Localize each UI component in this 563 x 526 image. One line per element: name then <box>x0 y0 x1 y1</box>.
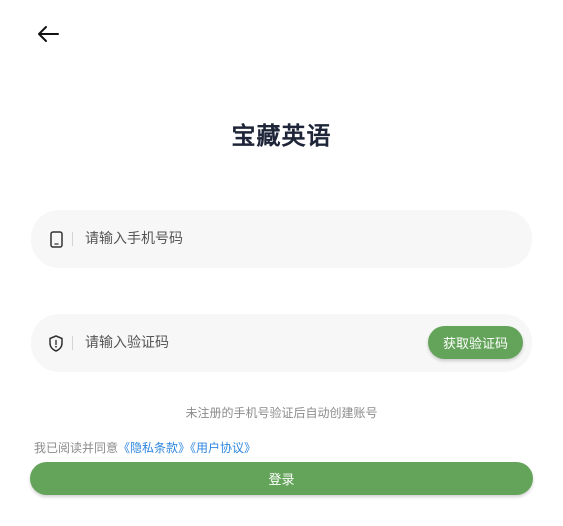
agreement-prefix: 我已阅读并同意 <box>34 441 119 455</box>
login-page: 宝藏英语 获取验证码 未注册的手机号验证后自动创建账号 我已阅读并同意《隐私条款… <box>0 0 563 526</box>
shield-icon <box>48 334 64 352</box>
code-field: 获取验证码 <box>31 314 532 372</box>
back-button[interactable] <box>34 22 62 46</box>
field-divider <box>72 232 73 246</box>
arrow-left-icon <box>38 26 59 42</box>
phone-icon <box>48 230 64 248</box>
verification-code-input[interactable] <box>85 329 415 357</box>
app-title: 宝藏英语 <box>231 122 332 150</box>
user-agreement-link[interactable]: 《用户协议》 <box>190 441 256 455</box>
field-divider <box>72 336 73 350</box>
phone-field <box>31 210 532 268</box>
agreement-row: 我已阅读并同意《隐私条款》《用户协议》 <box>34 439 256 456</box>
login-button[interactable]: 登录 <box>30 462 533 495</box>
phone-input[interactable] <box>85 225 415 253</box>
get-code-button[interactable]: 获取验证码 <box>428 326 523 359</box>
privacy-terms-link[interactable]: 《隐私条款》 <box>118 441 190 455</box>
auto-register-hint: 未注册的手机号验证后自动创建账号 <box>185 406 378 420</box>
